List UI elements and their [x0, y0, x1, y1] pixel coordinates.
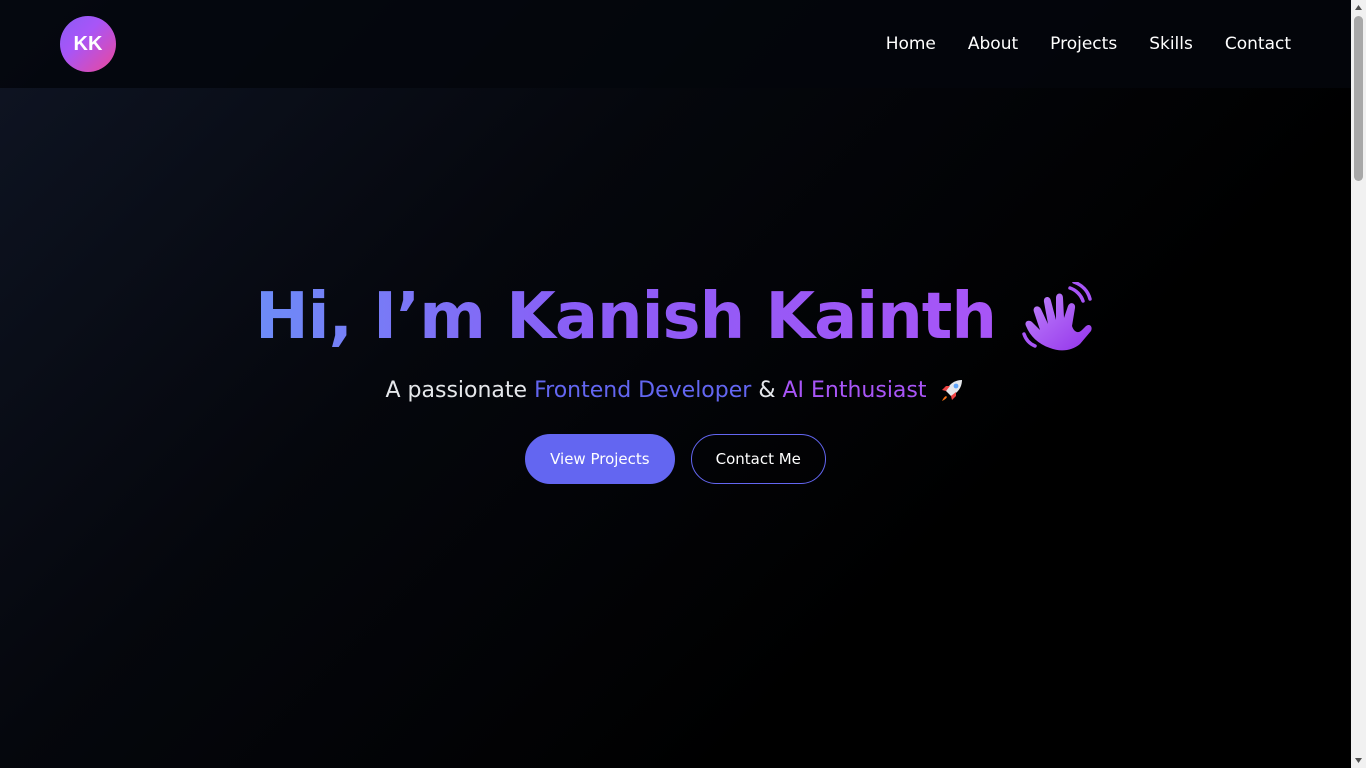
hero-title: Hi, I’m Kanish Kainth — [255, 280, 1096, 354]
scrollbar-thumb[interactable] — [1354, 16, 1363, 181]
hero-section: Hi, I’m Kanish Kainth A passionate Front… — [0, 280, 1351, 484]
nav-home[interactable]: Home — [886, 34, 936, 54]
waving-hand-icon — [1022, 282, 1092, 351]
site-header: KK Home About Projects Skills Contact — [0, 0, 1351, 88]
nav-contact[interactable]: Contact — [1225, 34, 1291, 54]
subtitle-role-ai: AI Enthusiast — [782, 377, 927, 403]
rocket-icon — [941, 380, 962, 401]
nav-about[interactable]: About — [968, 34, 1018, 54]
hero-buttons: View Projects Contact Me — [525, 434, 826, 484]
nav-projects[interactable]: Projects — [1050, 34, 1117, 54]
subtitle-role-frontend: Frontend Developer — [534, 377, 752, 403]
hero-title-text: Hi, I’m Kanish Kainth — [255, 280, 997, 354]
vertical-scrollbar[interactable] — [1351, 0, 1366, 768]
logo[interactable]: KK — [60, 16, 116, 72]
main-nav: Home About Projects Skills Contact — [886, 34, 1291, 54]
subtitle-prefix: A passionate — [385, 377, 528, 403]
subtitle-connector: & — [758, 377, 776, 403]
page: KK Home About Projects Skills Contact Hi… — [0, 0, 1366, 768]
view-projects-button[interactable]: View Projects — [525, 434, 675, 484]
nav-skills[interactable]: Skills — [1149, 34, 1193, 54]
scroll-up-arrow-icon[interactable] — [1351, 0, 1366, 15]
hero-subtitle: A passionate Frontend Developer & AI Ent… — [386, 376, 966, 404]
contact-me-button[interactable]: Contact Me — [690, 434, 826, 484]
scroll-down-arrow-icon[interactable] — [1351, 753, 1366, 768]
